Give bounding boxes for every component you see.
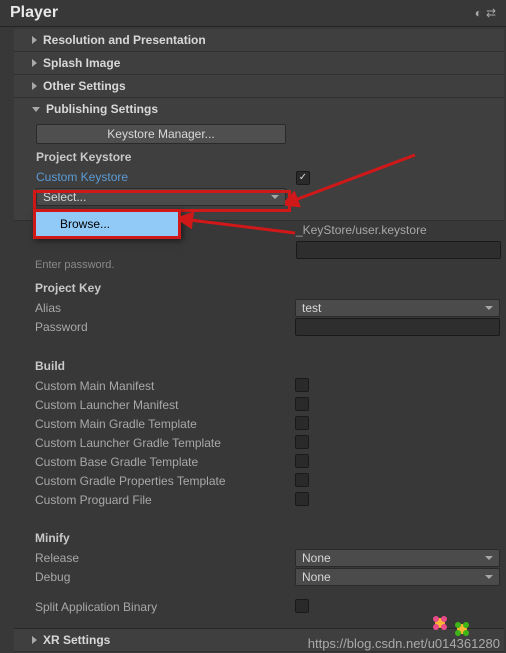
- page-title: Player: [10, 4, 58, 22]
- section-publishing: Publishing Settings Keystore Manager... …: [14, 98, 504, 221]
- section-other[interactable]: Other Settings: [14, 75, 504, 98]
- release-label: Release: [35, 551, 295, 565]
- build-heading: Build: [35, 359, 500, 373]
- build-checkbox-4[interactable]: [295, 454, 309, 468]
- build-label-4: Custom Base Gradle Template: [35, 455, 295, 469]
- section-title-xr: XR Settings: [43, 633, 110, 647]
- key-password-label: Password: [35, 320, 295, 334]
- keystore-dropdown-popup: Browse...: [33, 209, 181, 239]
- settings-icon[interactable]: ⇄: [486, 6, 496, 20]
- project-key-block: Project Key Alias test Password: [35, 277, 500, 337]
- split-binary-checkbox[interactable]: [295, 599, 309, 613]
- project-keystore-heading: Project Keystore: [36, 150, 494, 164]
- keystore-select-value: Select...: [43, 190, 86, 204]
- project-key-heading: Project Key: [35, 281, 500, 295]
- alias-dropdown[interactable]: test: [295, 299, 500, 317]
- section-resolution[interactable]: Resolution and Presentation: [14, 29, 504, 52]
- build-checkbox-2[interactable]: [295, 416, 309, 430]
- build-label-0: Custom Main Manifest: [35, 379, 295, 393]
- build-checkbox-0[interactable]: [295, 378, 309, 392]
- section-title-publishing: Publishing Settings: [46, 102, 158, 116]
- section-title-other: Other Settings: [43, 79, 126, 93]
- key-password-input[interactable]: [295, 318, 500, 336]
- build-row-2: Custom Main Gradle Template: [35, 415, 500, 433]
- help-icon[interactable]: ◐: [475, 6, 482, 20]
- section-title-splash: Splash Image: [43, 56, 120, 70]
- player-settings-panel: Resolution and Presentation Splash Image…: [14, 29, 504, 221]
- debug-row: Debug None: [35, 568, 500, 586]
- section-splash[interactable]: Splash Image: [14, 52, 504, 75]
- publishing-body: Keystore Manager... Project Keystore Cus…: [14, 120, 504, 220]
- release-row: Release None: [35, 549, 500, 567]
- build-checkbox-1[interactable]: [295, 397, 309, 411]
- browse-menu-item[interactable]: Browse...: [36, 212, 178, 236]
- split-binary-label: Split Application Binary: [35, 600, 295, 614]
- key-password-row: Password: [35, 318, 500, 336]
- keystore-password-input[interactable]: [296, 241, 501, 259]
- build-row-0: Custom Main Manifest: [35, 377, 500, 395]
- keystore-manager-button[interactable]: Keystore Manager...: [36, 124, 286, 144]
- minify-heading: Minify: [35, 531, 500, 545]
- watermark-text: https://blog.csdn.net/u014361280: [308, 636, 500, 651]
- debug-dropdown[interactable]: None: [295, 568, 500, 586]
- build-label-1: Custom Launcher Manifest: [35, 398, 295, 412]
- build-row-6: Custom Proguard File: [35, 491, 500, 509]
- minify-block: Minify Release None Debug None Split App…: [35, 527, 500, 617]
- chevron-right-icon: [32, 36, 37, 44]
- alias-value: test: [302, 301, 321, 315]
- build-checkbox-6[interactable]: [295, 492, 309, 506]
- chevron-down-icon: [32, 107, 40, 112]
- custom-keystore-checkbox[interactable]: ✓: [296, 171, 310, 185]
- inspector-header: Player ◐ ⇄: [0, 0, 506, 27]
- debug-value: None: [302, 570, 331, 584]
- custom-keystore-label[interactable]: Custom Keystore: [36, 170, 296, 184]
- section-header-publishing[interactable]: Publishing Settings: [14, 98, 504, 120]
- build-label-6: Custom Proguard File: [35, 493, 295, 507]
- header-icons: ◐ ⇄: [475, 6, 496, 20]
- build-checkbox-5[interactable]: [295, 473, 309, 487]
- custom-keystore-row: Custom Keystore ✓: [36, 168, 494, 186]
- build-row-4: Custom Base Gradle Template: [35, 453, 500, 471]
- section-title-resolution: Resolution and Presentation: [43, 33, 206, 47]
- build-row-1: Custom Launcher Manifest: [35, 396, 500, 414]
- build-row-5: Custom Gradle Properties Template: [35, 472, 500, 490]
- build-label-5: Custom Gradle Properties Template: [35, 474, 295, 488]
- alias-row: Alias test: [35, 299, 500, 317]
- chevron-right-icon: [32, 59, 37, 67]
- keystore-path-label: _KeyStore/user.keystore: [296, 223, 427, 237]
- build-label-3: Custom Launcher Gradle Template: [35, 436, 295, 450]
- build-row-3: Custom Launcher Gradle Template: [35, 434, 500, 452]
- build-block: Build Custom Main Manifest Custom Launch…: [35, 355, 500, 510]
- enter-password-hint: Enter password.: [35, 259, 114, 271]
- keystore-select-dropdown[interactable]: Select...: [36, 188, 286, 206]
- debug-label: Debug: [35, 570, 295, 584]
- chevron-right-icon: [32, 636, 37, 644]
- build-label-2: Custom Main Gradle Template: [35, 417, 295, 431]
- alias-label: Alias: [35, 301, 295, 315]
- build-checkbox-3[interactable]: [295, 435, 309, 449]
- release-value: None: [302, 551, 331, 565]
- release-dropdown[interactable]: None: [295, 549, 500, 567]
- chevron-right-icon: [32, 82, 37, 90]
